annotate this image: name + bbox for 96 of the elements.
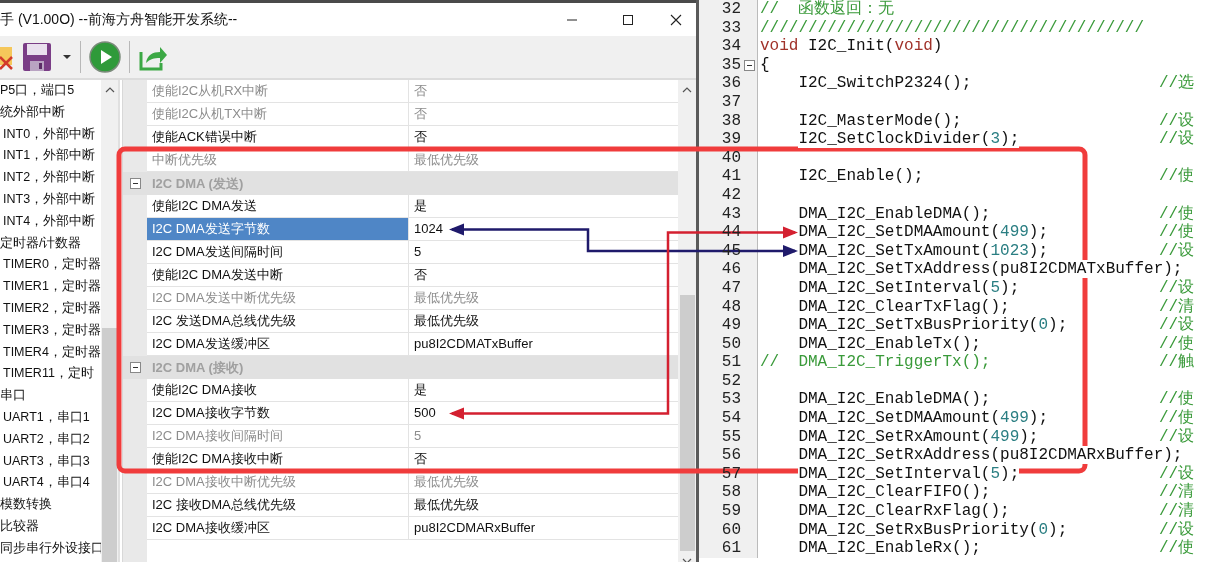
line-number: 37: [720, 92, 741, 112]
property-name[interactable]: 使能I2C DMA接收: [147, 379, 409, 402]
code-comment: //使: [1159, 390, 1195, 409]
tree-item[interactable]: UART1，串口1: [0, 406, 101, 429]
code-comment: //设: [1159, 130, 1195, 149]
fold-icon[interactable]: [743, 59, 755, 71]
code-comment: //清: [1159, 297, 1195, 316]
scrollbar[interactable]: [101, 80, 118, 562]
line-number: 52: [720, 371, 741, 391]
tree-item[interactable]: INT4，外部中断: [0, 210, 101, 233]
line-number: 42: [720, 185, 741, 205]
line-number: 33: [720, 18, 741, 38]
line-number: 46: [720, 260, 741, 279]
line-number: 51: [720, 353, 741, 372]
caret-icon[interactable]: [62, 53, 72, 61]
code-comment: //设: [1159, 427, 1195, 447]
line-number: 54: [720, 409, 741, 428]
tree-item[interactable]: 比较器: [0, 515, 101, 538]
line-number: 55: [720, 427, 741, 447]
code-comment: //设: [1159, 464, 1195, 483]
tree-item[interactable]: TIMER4，定时器: [0, 341, 101, 364]
property-name[interactable]: I2C 接收DMA总线优先级: [147, 494, 409, 517]
code-comment: //使: [1159, 167, 1195, 186]
line-number: 41: [720, 167, 741, 186]
collapse-icon[interactable]: [129, 178, 141, 189]
property-name[interactable]: I2C DMA接收缓冲区: [147, 517, 409, 540]
tree-item[interactable]: INT1，外部中断: [0, 145, 101, 168]
property-name[interactable]: I2C DMA发送缓冲区: [147, 333, 409, 356]
code-comment: //使: [1159, 204, 1195, 223]
code-comment: //清: [1159, 502, 1195, 521]
tree-item[interactable]: TIMER11，定时: [0, 363, 101, 386]
code-comment: //使: [1159, 223, 1195, 242]
line-number: 50: [720, 334, 741, 354]
property-name[interactable]: I2C DMA发送字节数: [147, 218, 409, 241]
tree-item[interactable]: 定时器/计数器: [0, 232, 101, 255]
save-icon[interactable]: [22, 42, 52, 72]
property-name[interactable]: I2C DMA接收字节数: [147, 402, 409, 425]
line-number: 32: [720, 0, 741, 19]
property-name[interactable]: 使能I2C DMA发送中断: [147, 264, 409, 287]
line-number: 36: [720, 74, 741, 93]
category-label: I2C DMA (接收): [151, 359, 244, 377]
tree-item[interactable]: TIMER3，定时器: [0, 319, 101, 342]
tree-item[interactable]: INT2，外部中断: [0, 167, 101, 189]
line-number: 35: [720, 55, 741, 75]
property-name[interactable]: I2C DMA发送间隔时间: [147, 241, 409, 264]
code-comment: //选: [1159, 74, 1195, 93]
scrollbar-thumb[interactable]: [679, 295, 695, 551]
tree-item[interactable]: TIMER1，定时器: [0, 276, 101, 298]
tree-item[interactable]: 统外部中断: [0, 101, 101, 124]
line-number: 38: [720, 111, 741, 131]
tree-item[interactable]: P5口，端口5: [0, 80, 101, 102]
line-number: 47: [720, 278, 741, 298]
tree-item[interactable]: UART2，串口2: [0, 428, 101, 451]
tree-item[interactable]: UART4，串口4: [0, 472, 101, 495]
line-number: 61: [720, 539, 741, 558]
close-icon[interactable]: [670, 13, 682, 26]
code-comment: //使: [1159, 409, 1195, 428]
collapse-icon[interactable]: [129, 362, 141, 373]
property-name[interactable]: I2C 发送DMA总线优先级: [147, 310, 409, 333]
code-comment: //清: [1159, 483, 1195, 502]
scrollbar-thumb[interactable]: [102, 328, 117, 562]
line-number: 60: [720, 520, 741, 540]
line-number: 59: [720, 502, 741, 521]
category-label: I2C DMA (发送): [151, 175, 244, 193]
tree-item[interactable]: INT0，外部中断: [0, 123, 101, 146]
window-title: 手 (V1.00O) --前海方舟智能开发系统--: [0, 10, 238, 29]
property-name[interactable]: 使能I2C DMA发送: [147, 195, 409, 218]
line-number: 48: [720, 297, 741, 317]
line-number: 49: [720, 316, 741, 335]
tree-item[interactable]: 模数转换: [0, 494, 101, 516]
code-comment: //设: [1159, 241, 1195, 261]
line-number: 43: [720, 204, 741, 224]
tree-item[interactable]: 同步串行外设接口: [0, 537, 101, 560]
scroll-up-icon[interactable]: [682, 86, 692, 94]
code-comment: //设: [1159, 316, 1195, 335]
code-comment: //设: [1159, 520, 1195, 539]
code-comment: //设: [1159, 278, 1195, 298]
tree-item[interactable]: 串口: [0, 385, 101, 407]
code-comment: //使: [1159, 334, 1195, 353]
line-number: 39: [720, 130, 741, 149]
play-icon[interactable]: [89, 41, 121, 73]
line-number: 58: [720, 483, 741, 503]
code-comment: //使: [1159, 539, 1195, 558]
tree-item[interactable]: UART3，串口3: [0, 450, 101, 473]
line-number: 53: [720, 390, 741, 410]
line-number: 34: [720, 37, 741, 56]
maximize-icon[interactable]: [622, 13, 634, 26]
scroll-up-icon[interactable]: [104, 86, 115, 94]
line-number: 56: [720, 446, 741, 465]
code-comment: //设: [1159, 111, 1195, 130]
tree-item[interactable]: TIMER2，定时器: [0, 297, 101, 320]
code-comment: //触: [1159, 353, 1195, 372]
tree-item[interactable]: TIMER0，定时器: [0, 254, 101, 277]
line-number: 40: [720, 148, 741, 168]
scrollbar[interactable]: [678, 80, 696, 562]
tree-item[interactable]: INT3，外部中断: [0, 189, 101, 211]
